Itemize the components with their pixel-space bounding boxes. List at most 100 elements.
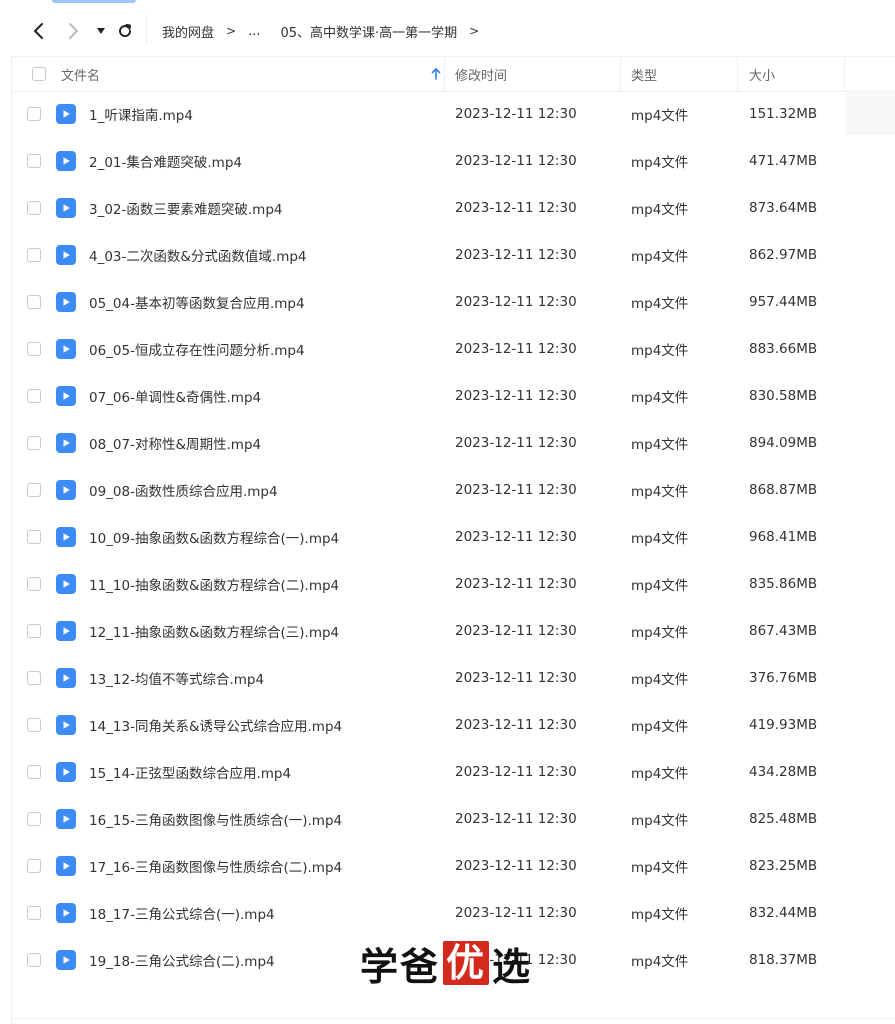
- row-checkbox[interactable]: [27, 748, 41, 795]
- row-checkbox[interactable]: [27, 90, 41, 137]
- video-file-icon: [56, 654, 76, 701]
- file-row[interactable]: 08_07-对称性&周期性.mp4 2023-12-11 12:30 mp4文件…: [12, 419, 895, 466]
- column-header-modified[interactable]: 修改时间: [455, 57, 507, 91]
- file-row[interactable]: 14_13-同角关系&诱导公式综合应用.mp4 2023-12-11 12:30…: [12, 701, 895, 748]
- play-icon: [63, 626, 70, 635]
- file-row[interactable]: 2_01-集合难题突破.mp4 2023-12-11 12:30 mp4文件 4…: [12, 137, 895, 184]
- forward-button[interactable]: [62, 20, 84, 42]
- file-name[interactable]: 15_14-正弦型函数综合应用.mp4: [89, 748, 291, 795]
- file-name[interactable]: 3_02-函数三要素难题突破.mp4: [89, 184, 283, 231]
- file-list: 1_听课指南.mp4 2023-12-11 12:30 mp4文件 151.32…: [12, 90, 895, 983]
- tab-accent: [52, 0, 136, 3]
- file-row[interactable]: 12_11-抽象函数&函数方程综合(三).mp4 2023-12-11 12:3…: [12, 607, 895, 654]
- file-name[interactable]: 12_11-抽象函数&函数方程综合(三).mp4: [89, 607, 339, 654]
- video-file-icon: [56, 560, 76, 607]
- play-icon: [63, 579, 70, 588]
- file-row[interactable]: 05_04-基本初等函数复合应用.mp4 2023-12-11 12:30 mp…: [12, 278, 895, 325]
- row-checkbox[interactable]: [27, 419, 41, 466]
- column-divider[interactable]: [620, 57, 621, 91]
- video-file-icon: [56, 278, 76, 325]
- file-row[interactable]: 13_12-均值不等式综合.mp4 2023-12-11 12:30 mp4文件…: [12, 654, 895, 701]
- file-type: mp4文件: [631, 248, 689, 265]
- file-row[interactable]: 11_10-抽象函数&函数方程综合(二).mp4 2023-12-11 12:3…: [12, 560, 895, 607]
- file-list-header: 文件名 修改时间 类型 大小: [12, 56, 895, 92]
- play-icon: [63, 673, 70, 682]
- file-name[interactable]: 09_08-函数性质综合应用.mp4: [89, 466, 278, 513]
- back-button[interactable]: [28, 20, 50, 42]
- column-divider[interactable]: [737, 57, 738, 91]
- file-name[interactable]: 06_05-恒成立存在性问题分析.mp4: [89, 325, 305, 372]
- file-type: mp4文件: [631, 718, 689, 735]
- file-modified-time: 2023-12-11 12:30: [455, 246, 577, 263]
- checkbox-box: [32, 67, 46, 81]
- file-row[interactable]: 1_听课指南.mp4 2023-12-11 12:30 mp4文件 151.32…: [12, 90, 895, 137]
- file-row[interactable]: 07_06-单调性&奇偶性.mp4 2023-12-11 12:30 mp4文件…: [12, 372, 895, 419]
- file-modified-time: 2023-12-11 12:30: [455, 481, 577, 498]
- file-name[interactable]: 16_15-三角函数图像与性质综合(一).mp4: [89, 795, 342, 842]
- row-checkbox[interactable]: [27, 184, 41, 231]
- row-checkbox[interactable]: [27, 842, 41, 889]
- breadcrumb-item-current[interactable]: 05、高中数学课·高一第一学期: [280, 22, 457, 41]
- file-name[interactable]: 17_16-三角函数图像与性质综合(二).mp4: [89, 842, 342, 889]
- row-checkbox[interactable]: [27, 795, 41, 842]
- file-row[interactable]: 16_15-三角函数图像与性质综合(一).mp4 2023-12-11 12:3…: [12, 795, 895, 842]
- file-size: 825.48MB: [749, 810, 818, 827]
- file-name[interactable]: 18_17-三角公式综合(一).mp4: [89, 889, 275, 936]
- file-row[interactable]: 3_02-函数三要素难题突破.mp4 2023-12-11 12:30 mp4文…: [12, 184, 895, 231]
- file-row[interactable]: 18_17-三角公式综合(一).mp4 2023-12-11 12:30 mp4…: [12, 889, 895, 936]
- breadcrumb-separator-icon: >: [469, 24, 480, 38]
- row-checkbox[interactable]: [27, 701, 41, 748]
- checkbox-box: [27, 764, 41, 779]
- watermark-text-after: 选: [492, 944, 533, 989]
- row-checkbox[interactable]: [27, 137, 41, 184]
- breadcrumb-item-root[interactable]: 我的网盘: [162, 22, 214, 41]
- file-name[interactable]: 4_03-二次函数&分式函数值域.mp4: [89, 231, 307, 278]
- row-checkbox[interactable]: [27, 325, 41, 372]
- file-name[interactable]: 13_12-均值不等式综合.mp4: [89, 654, 264, 701]
- row-checkbox[interactable]: [27, 607, 41, 654]
- column-header-size[interactable]: 大小: [749, 57, 775, 91]
- file-row[interactable]: 10_09-抽象函数&函数方程综合(一).mp4 2023-12-11 12:3…: [12, 513, 895, 560]
- refresh-icon: [119, 24, 132, 38]
- file-row[interactable]: 4_03-二次函数&分式函数值域.mp4 2023-12-11 12:30 mp…: [12, 231, 895, 278]
- checkbox-box: [27, 623, 41, 638]
- history-dropdown-button[interactable]: [90, 20, 112, 42]
- file-name[interactable]: 2_01-集合难题突破.mp4: [89, 137, 242, 184]
- file-name[interactable]: 08_07-对称性&周期性.mp4: [89, 419, 261, 466]
- video-file-icon: [56, 842, 76, 889]
- select-all-checkbox[interactable]: [32, 57, 46, 91]
- play-icon: [63, 156, 70, 165]
- file-name[interactable]: 10_09-抽象函数&函数方程综合(一).mp4: [89, 513, 339, 560]
- row-checkbox[interactable]: [27, 936, 41, 983]
- row-checkbox[interactable]: [27, 889, 41, 936]
- file-modified-time: 2023-12-11 12:30: [455, 293, 577, 310]
- checkbox-box: [27, 482, 41, 497]
- row-checkbox[interactable]: [27, 372, 41, 419]
- column-divider[interactable]: [844, 57, 845, 91]
- file-name[interactable]: 14_13-同角关系&诱导公式综合应用.mp4: [89, 701, 342, 748]
- file-row[interactable]: 17_16-三角函数图像与性质综合(二).mp4 2023-12-11 12:3…: [12, 842, 895, 889]
- play-icon: [63, 908, 70, 917]
- row-checkbox[interactable]: [27, 466, 41, 513]
- file-name[interactable]: 19_18-三角公式综合(二).mp4: [89, 936, 275, 983]
- file-row[interactable]: 09_08-函数性质综合应用.mp4 2023-12-11 12:30 mp4文…: [12, 466, 895, 513]
- file-name[interactable]: 07_06-单调性&奇偶性.mp4: [89, 372, 261, 419]
- column-divider[interactable]: [444, 57, 445, 91]
- file-row[interactable]: 06_05-恒成立存在性问题分析.mp4 2023-12-11 12:30 mp…: [12, 325, 895, 372]
- file-name[interactable]: 05_04-基本初等函数复合应用.mp4: [89, 278, 305, 325]
- row-checkbox[interactable]: [27, 513, 41, 560]
- breadcrumb-item-ellipsis[interactable]: ...: [248, 24, 260, 39]
- file-name[interactable]: 11_10-抽象函数&函数方程综合(二).mp4: [89, 560, 339, 607]
- row-checkbox[interactable]: [27, 654, 41, 701]
- column-header-name[interactable]: 文件名: [61, 57, 445, 91]
- play-icon: [63, 767, 70, 776]
- row-checkbox[interactable]: [27, 231, 41, 278]
- refresh-button[interactable]: [114, 20, 136, 42]
- file-name[interactable]: 1_听课指南.mp4: [89, 90, 193, 137]
- row-checkbox[interactable]: [27, 560, 41, 607]
- checkbox-box: [27, 858, 41, 873]
- file-row[interactable]: 15_14-正弦型函数综合应用.mp4 2023-12-11 12:30 mp4…: [12, 748, 895, 795]
- row-checkbox[interactable]: [27, 278, 41, 325]
- file-size: 434.28MB: [749, 763, 818, 780]
- column-header-type[interactable]: 类型: [631, 57, 657, 91]
